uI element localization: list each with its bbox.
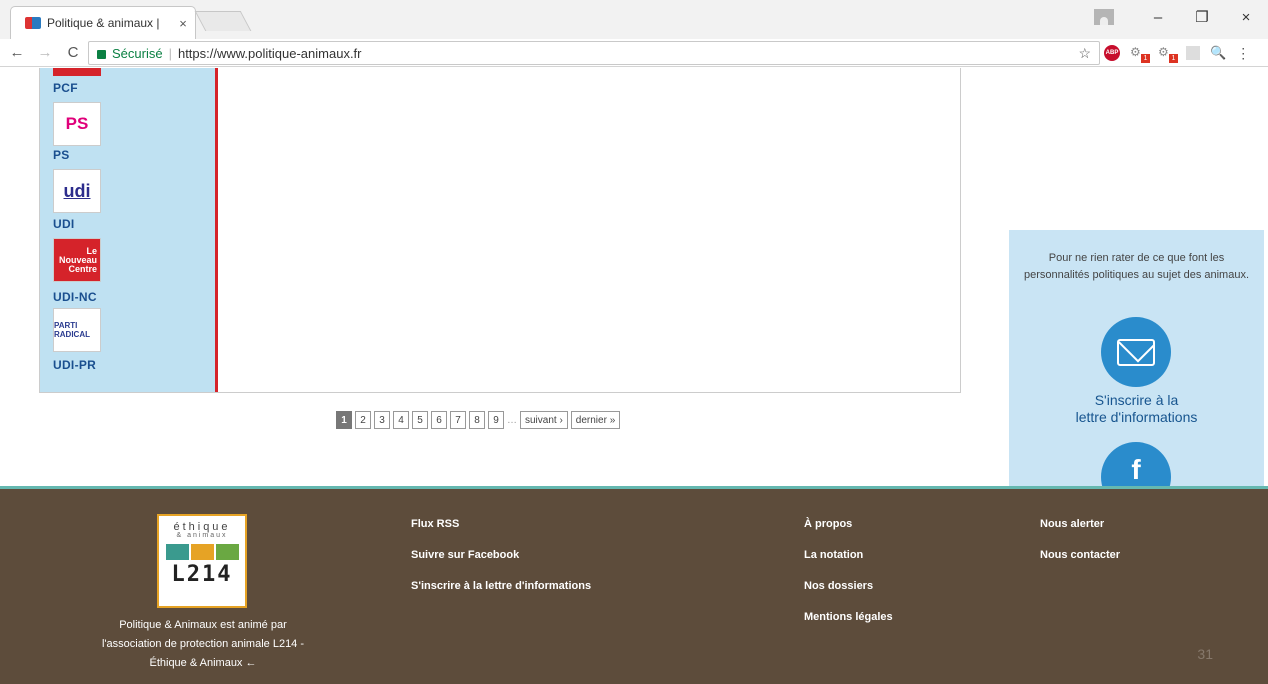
extensions-bar: ABP ⚙ 1 ⚙ 1 🔍 ⋮ (1104, 41, 1250, 65)
animals-icon (165, 544, 239, 560)
newsletter-panel: Pour ne rien rater de ce que font les pe… (1009, 230, 1264, 486)
bookmark-star-icon[interactable]: ☆ (1078, 45, 1091, 62)
party-name[interactable]: UDI (53, 217, 101, 231)
footer-column-3: Nous alerter Nous contacter (1040, 515, 1120, 565)
party-column: PCF PS PS udi UDI Le Nouveau Centre UDI-… (40, 68, 218, 392)
party-ps[interactable]: PS PS (53, 102, 101, 162)
party-name[interactable]: PCF (53, 81, 78, 95)
logo-code: L214 (171, 562, 233, 587)
footer-link-alert[interactable]: Nous alerter (1040, 515, 1120, 546)
site-favicon-icon (25, 17, 41, 29)
security-label: Sécurisé (112, 45, 163, 61)
footer-link-legal[interactable]: Mentions légales (804, 608, 893, 639)
browser-tab-strip: Politique & animaux | × – ❐ × (0, 0, 1268, 39)
footer-description[interactable]: Politique & Animaux est animé par l'asso… (100, 616, 306, 673)
footer-link-facebook[interactable]: Suivre sur Facebook (411, 546, 591, 577)
party-name[interactable]: UDI-NC (53, 290, 101, 304)
extension-puzzle-icon[interactable]: ⚙ 1 (1158, 45, 1178, 63)
window-controls: – ❐ × (1094, 0, 1268, 34)
url-text[interactable]: https://www.politique-animaux.fr (178, 46, 362, 61)
page-link[interactable]: 2 (355, 411, 371, 429)
main-content-box: PCF PS PS udi UDI Le Nouveau Centre UDI-… (39, 68, 961, 393)
browser-toolbar: ← → C Sécurisé | https://www.politique-a… (0, 39, 1268, 67)
page-link[interactable]: 8 (469, 411, 485, 429)
party-name[interactable]: UDI-PR (53, 358, 101, 372)
adblock-icon[interactable]: ABP (1104, 45, 1120, 61)
back-arrow-icon[interactable]: ← (6, 44, 28, 61)
reload-icon[interactable]: C (62, 44, 84, 61)
footer-link-dossiers[interactable]: Nos dossiers (804, 577, 893, 608)
nouveau-centre-logo[interactable]: Le Nouveau Centre (53, 238, 101, 282)
subscribe-line-2[interactable]: lettre d'informations (1019, 409, 1254, 426)
last-page-link[interactable]: dernier » (570, 411, 621, 429)
party-udi-nc[interactable]: Le Nouveau Centre UDI-NC (53, 238, 101, 304)
subscribe-line-1[interactable]: S'inscrire à la (1019, 392, 1254, 409)
minimize-button[interactable]: – (1136, 9, 1180, 26)
mail-icon[interactable] (1101, 317, 1171, 387)
address-bar[interactable]: Sécurisé | https://www.politique-animaux… (88, 41, 1100, 65)
page-content: PCF PS PS udi UDI Le Nouveau Centre UDI-… (0, 68, 1268, 486)
key-icon[interactable]: 🔍 (1210, 45, 1226, 61)
close-window-button[interactable]: × (1224, 9, 1268, 26)
party-name[interactable]: PS (53, 148, 101, 162)
extension-badge: 1 (1169, 54, 1178, 63)
pager-ellipsis: … (507, 414, 517, 426)
footer-link-contact[interactable]: Nous contacter (1040, 546, 1120, 577)
slide-page-number: 31 (1197, 646, 1213, 662)
ps-logo[interactable]: PS (53, 102, 101, 146)
facebook-icon[interactable]: f (1101, 442, 1171, 486)
browser-menu-icon[interactable]: ⋮ (1236, 45, 1250, 62)
tab-close-icon[interactable]: × (171, 16, 195, 31)
page-link[interactable]: 6 (431, 411, 447, 429)
parti-radical-logo[interactable]: PARTI RADICAL (53, 308, 101, 352)
subscribe-link[interactable]: S'inscrire à la lettre d'informations (1019, 392, 1254, 426)
next-page-link[interactable]: suivant › (520, 411, 568, 429)
address-separator: | (168, 45, 172, 61)
l214-logo[interactable]: éthique & animaux L214 (157, 514, 247, 608)
tab-title: Politique & animaux | (47, 16, 160, 30)
lock-icon (97, 49, 106, 59)
page-link-current[interactable]: 1 (336, 411, 352, 429)
new-tab-button[interactable] (194, 11, 252, 31)
page-link[interactable]: 5 (412, 411, 428, 429)
pcf-logo-partial[interactable] (53, 68, 101, 76)
page-link[interactable]: 7 (450, 411, 466, 429)
page-link[interactable]: 9 (488, 411, 504, 429)
extension-puzzle-icon[interactable]: ⚙ 1 (1130, 45, 1150, 63)
browser-tab[interactable]: Politique & animaux | × (10, 6, 196, 39)
party-udi-pr[interactable]: PARTI RADICAL UDI-PR (53, 308, 101, 372)
page-link[interactable]: 4 (393, 411, 409, 429)
logo-sub-text: & animaux (176, 532, 228, 539)
footer-link-about[interactable]: À propos (804, 515, 893, 546)
restore-button[interactable]: ❐ (1180, 8, 1224, 26)
page-link[interactable]: 3 (374, 411, 390, 429)
profile-icon[interactable] (1094, 9, 1114, 25)
footer-column-2: À propos La notation Nos dossiers Mentio… (804, 515, 893, 627)
newsletter-intro: Pour ne rien rater de ce que font les pe… (1023, 252, 1250, 281)
footer-link-rss[interactable]: Flux RSS (411, 515, 591, 546)
udi-logo[interactable]: udi (53, 169, 101, 213)
party-pcf[interactable]: PCF (53, 81, 78, 95)
party-udi[interactable]: udi UDI (53, 169, 101, 231)
extension-badge: 1 (1141, 54, 1150, 63)
footer-link-newsletter[interactable]: S'inscrire à la lettre d'informations (411, 577, 591, 608)
footer-link-rating[interactable]: La notation (804, 546, 893, 577)
extension-grey-icon[interactable] (1186, 46, 1200, 60)
pagination: 1 2 3 4 5 6 7 8 9 … suivant › dernier » (336, 411, 621, 429)
forward-arrow-icon[interactable]: → (34, 44, 56, 61)
site-footer: éthique & animaux L214 Politique & Anima… (0, 486, 1268, 684)
footer-column-1: Flux RSS Suivre sur Facebook S'inscrire … (411, 515, 591, 596)
logo-top-text: éthique (173, 521, 231, 533)
